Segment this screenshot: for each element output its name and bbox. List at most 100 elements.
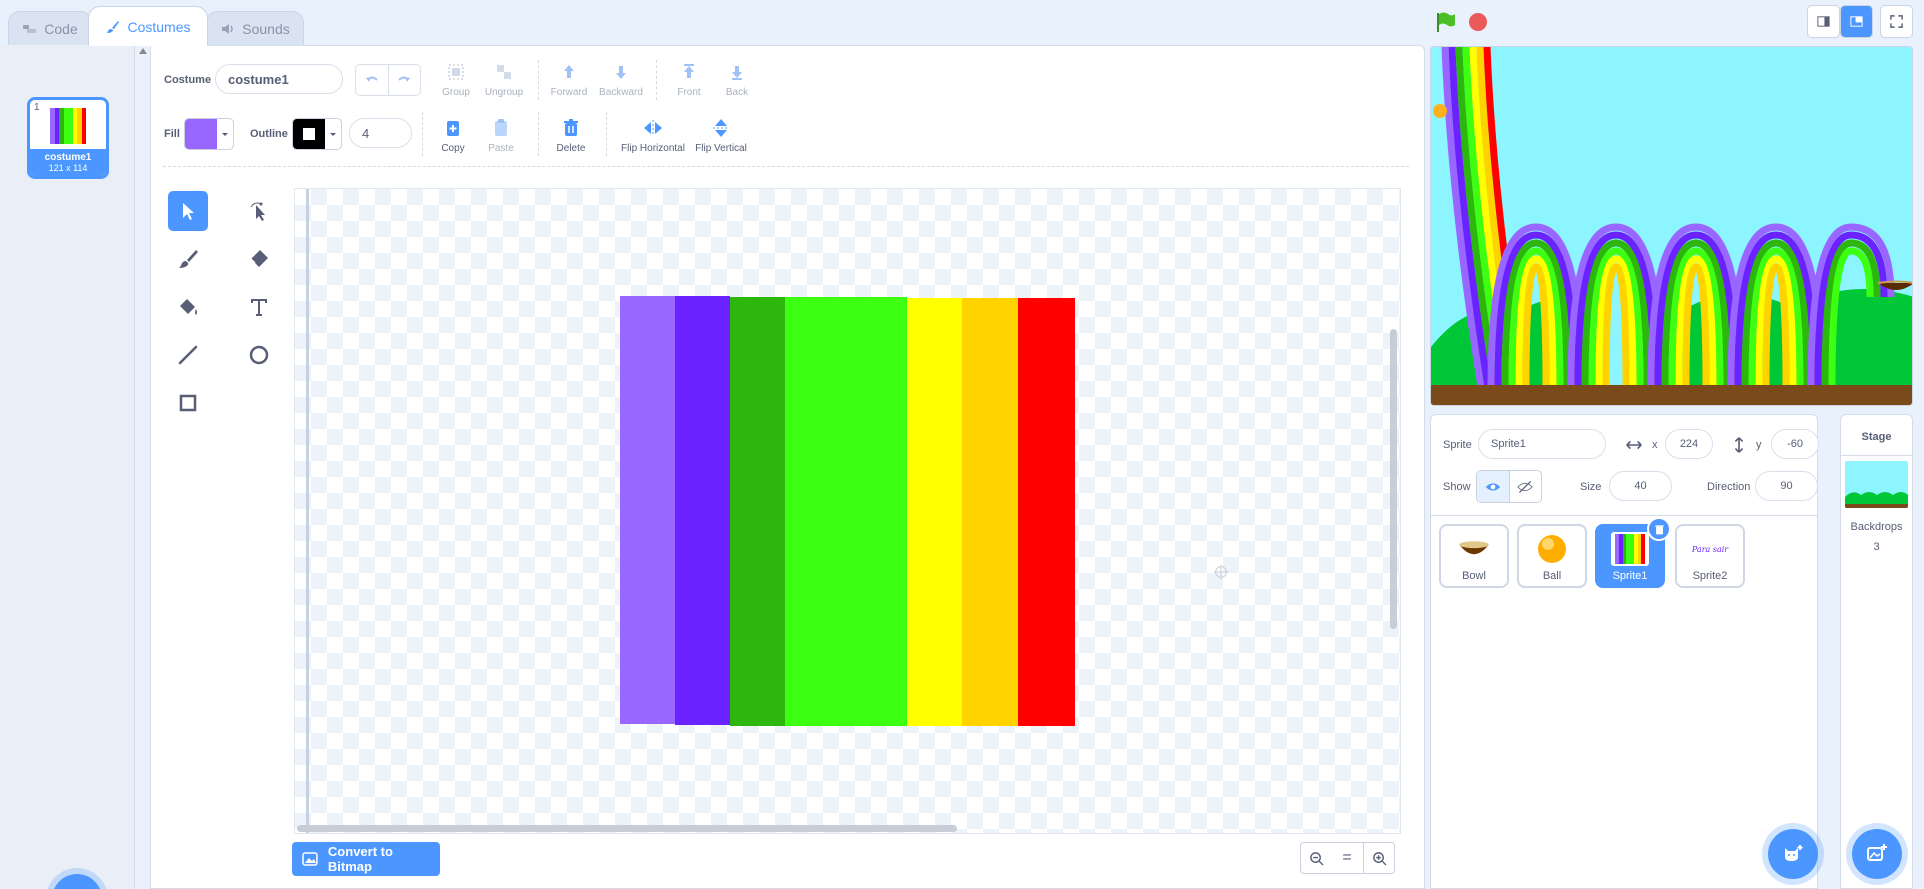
hide-sprite-button[interactable]: [1510, 471, 1542, 502]
fullscreen-icon: [1890, 15, 1903, 28]
fill-color-picker[interactable]: [184, 118, 234, 150]
direction-input[interactable]: 90: [1755, 471, 1818, 501]
stage-header-divider: [1841, 455, 1912, 456]
y-input[interactable]: -60: [1771, 429, 1819, 459]
back-button[interactable]: Back: [710, 62, 764, 98]
zoom-reset-button[interactable]: =: [1331, 842, 1363, 874]
forward-icon: [564, 65, 574, 78]
size-label: Size: [1580, 481, 1602, 493]
costume-tile[interactable]: 1 costume1 121 x 114: [27, 97, 109, 179]
stripe-dark-green: [730, 297, 785, 726]
choose-sprite-button[interactable]: [1768, 829, 1818, 879]
stage-canvas[interactable]: [1430, 46, 1913, 406]
backward-label: Backward: [599, 87, 643, 98]
fullscreen-button[interactable]: [1880, 5, 1913, 38]
redo-icon: [398, 76, 411, 82]
image-icon: [302, 852, 318, 866]
costume-tile-name: costume1: [44, 152, 92, 163]
text-tool[interactable]: [239, 287, 279, 327]
backdrops-count: 3: [1873, 541, 1880, 553]
redo-button[interactable]: [389, 65, 421, 95]
sprite-name-label: Sprite: [1443, 439, 1472, 451]
eraser-tool[interactable]: [239, 239, 279, 279]
front-label: Front: [677, 87, 701, 98]
line-tool[interactable]: [168, 335, 208, 375]
large-stage-button[interactable]: [1840, 5, 1873, 38]
small-stage-button[interactable]: [1807, 5, 1840, 38]
sprite-tile-name: Sprite1: [1612, 570, 1648, 582]
circle-tool[interactable]: [239, 335, 279, 375]
outline-width-value: 4: [362, 125, 370, 141]
eye-slash-icon: [1517, 480, 1534, 493]
sprite-thumbnail: [1455, 532, 1493, 566]
y-value: -60: [1787, 438, 1803, 450]
select-tool[interactable]: [168, 191, 208, 231]
sprite-tile-ball[interactable]: Ball: [1517, 524, 1587, 588]
flip-horizontal-button[interactable]: Flip Horizontal: [618, 118, 688, 154]
tab-sounds[interactable]: Sounds: [206, 11, 304, 45]
editor-scroll-arrow: [139, 48, 147, 54]
eye-icon: [1485, 482, 1500, 491]
forward-label: Forward: [550, 87, 588, 98]
horizontal-scrollbar[interactable]: [297, 825, 957, 832]
undo-icon: [365, 76, 378, 82]
stripe-red: [1018, 298, 1075, 726]
backward-button[interactable]: Backward: [594, 62, 648, 98]
stripe-light-purple: [620, 296, 675, 724]
brush-tool[interactable]: [168, 239, 208, 279]
zoom-in-button[interactable]: [1363, 842, 1395, 874]
sprite-name-input[interactable]: Sprite1: [1478, 429, 1606, 459]
vertical-scrollbar[interactable]: [1390, 329, 1397, 629]
sprite-tile-name: Ball: [1542, 570, 1562, 582]
tab-costumes[interactable]: Costumes: [88, 6, 208, 46]
tab-sounds-label: Sounds: [242, 20, 290, 37]
forward-button[interactable]: Forward: [542, 62, 596, 98]
outline-width-input[interactable]: 4: [349, 118, 412, 148]
undo-redo-group: [355, 64, 421, 96]
delete-button[interactable]: Delete: [544, 118, 598, 154]
fill-tool[interactable]: [168, 287, 208, 327]
backdrops-label: Backdrops: [1850, 521, 1903, 533]
sprite-tile-bowl[interactable]: Bowl: [1439, 524, 1509, 588]
delete-sprite-button[interactable]: [1647, 517, 1671, 541]
copy-button[interactable]: Copy: [426, 118, 480, 154]
show-toggle-group: [1476, 470, 1542, 503]
front-button[interactable]: Front: [662, 62, 716, 98]
flip-vertical-button[interactable]: Flip Vertical: [690, 118, 752, 154]
sprite-name-value: Sprite1: [1491, 438, 1526, 450]
zoom-out-button[interactable]: [1300, 842, 1332, 874]
costume-name-input[interactable]: costume1: [215, 64, 343, 94]
backward-icon: [616, 66, 626, 79]
sprite-tile-name: Sprite2: [1692, 570, 1728, 582]
front-icon: [684, 64, 694, 78]
reshape-tool[interactable]: [239, 191, 279, 231]
x-input[interactable]: 224: [1665, 429, 1713, 459]
choose-costume-button[interactable]: [52, 874, 102, 889]
stop-button[interactable]: [1468, 12, 1488, 32]
show-sprite-button[interactable]: [1477, 471, 1510, 502]
flip-horizontal-icon: [644, 120, 662, 136]
size-input[interactable]: 40: [1609, 471, 1672, 501]
zoom-out-icon: [1309, 851, 1324, 866]
ungroup-label: Ungroup: [484, 87, 524, 98]
drawing-canvas[interactable]: [294, 188, 1401, 834]
outline-swatch: [293, 119, 325, 149]
stage-selector-panel[interactable]: Stage Backdrops 3: [1840, 414, 1913, 889]
group-button[interactable]: Group: [429, 62, 483, 98]
toolbar-bottom-divider: [163, 166, 1409, 167]
ungroup-button[interactable]: Ungroup: [477, 62, 531, 98]
outline-color-picker[interactable]: [292, 118, 342, 150]
flip-vertical-icon: [713, 119, 729, 137]
sprite-tile-sprite2[interactable]: Para sair Sprite2: [1675, 524, 1745, 588]
paste-label: Paste: [488, 143, 514, 154]
paste-button[interactable]: Paste: [474, 118, 528, 154]
undo-button[interactable]: [356, 65, 389, 95]
choose-backdrop-button[interactable]: [1852, 829, 1902, 879]
rectangle-tool[interactable]: [168, 383, 208, 423]
tab-code[interactable]: Code: [8, 11, 92, 45]
convert-to-bitmap-button[interactable]: Convert to Bitmap: [292, 842, 440, 876]
costume-tile-footer: costume1 121 x 114: [30, 149, 106, 176]
green-flag-button[interactable]: [1433, 10, 1457, 34]
rainbow-costume-shape[interactable]: [620, 296, 1075, 726]
sprite-thumbnail: [1533, 532, 1571, 566]
